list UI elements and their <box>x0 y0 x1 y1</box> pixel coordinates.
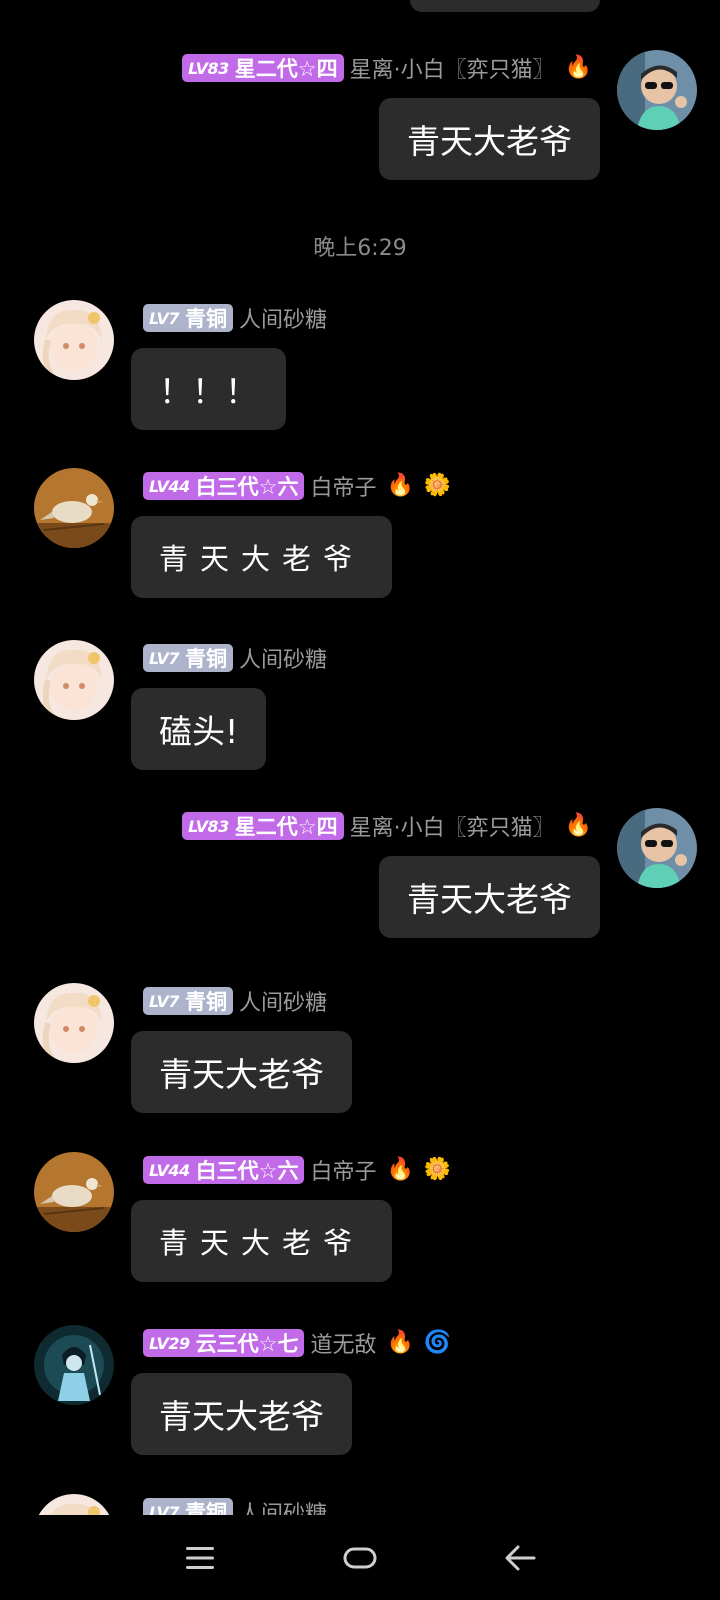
level-badge: LV7 青铜 <box>143 1498 234 1516</box>
avatar[interactable] <box>34 1494 114 1515</box>
rank-title: 星二代☆四 <box>234 57 338 81</box>
back-button[interactable] <box>490 1528 550 1588</box>
level-badge: LV29 云三代☆七 <box>143 1329 305 1357</box>
home-button[interactable] <box>330 1528 390 1588</box>
message-bubble[interactable]: ！！！ <box>131 348 286 430</box>
chat-area[interactable]: 晚上6:29 LV83 星二代☆四 星离·小白〖弈只猫〗 🔥 青天大老爷 LV7 青铜 人间砂… <box>0 0 720 1515</box>
avatar[interactable] <box>617 50 697 130</box>
level-badge: LV7 青铜 <box>143 987 234 1015</box>
sender-info: LV29 云三代☆七 道无敌 🔥 🌀 <box>143 1327 452 1359</box>
avatar[interactable] <box>34 300 114 380</box>
flower-icon: 🌼 <box>423 1157 452 1182</box>
level-number: LV7 <box>149 308 180 328</box>
sender-name[interactable]: 星离·小白〖弈只猫〗 <box>350 52 555 84</box>
avatar[interactable] <box>34 1152 114 1232</box>
previous-message-bubble <box>410 0 600 12</box>
system-navigation-bar <box>0 1515 720 1600</box>
sender-info: LV7 青铜 人间砂糖 <box>143 985 327 1017</box>
avatar[interactable] <box>34 1325 114 1405</box>
message-bubble[interactable]: 青天大老爷 <box>131 516 393 598</box>
level-badge: LV7 青铜 <box>143 644 234 672</box>
message-bubble[interactable]: 青天大老爷 <box>131 1373 352 1455</box>
message-bubble[interactable]: 青天大老爷 <box>131 1031 352 1113</box>
galaxy-icon: 🌀 <box>423 1330 452 1355</box>
level-number: LV83 <box>188 816 229 836</box>
rank-title: 青铜 <box>185 990 228 1014</box>
sender-info: LV7 青铜 人间砂糖 <box>143 302 327 334</box>
rank-title: 星二代☆四 <box>234 815 338 839</box>
message-bubble[interactable]: 青天大老爷 <box>131 1200 393 1282</box>
menu-button[interactable] <box>170 1528 230 1588</box>
fire-icon: 🔥 <box>564 813 592 838</box>
avatar[interactable] <box>34 640 114 720</box>
level-number: LV29 <box>149 1333 190 1353</box>
timestamp: 晚上6:29 <box>313 236 407 261</box>
sender-info: LV44 白三代☆六 白帝子 🔥 🌼 <box>143 1154 452 1186</box>
fire-icon: 🔥 <box>386 473 414 498</box>
level-badge: LV44 白三代☆六 <box>143 1156 305 1184</box>
menu-icon <box>186 1546 214 1569</box>
rank-title: 白三代☆六 <box>195 475 299 499</box>
fire-icon: 🔥 <box>386 1157 414 1182</box>
sender-name[interactable]: 道无敌 <box>310 1327 376 1359</box>
message-bubble[interactable]: 磕头! <box>131 688 267 770</box>
sender-name[interactable]: 人间砂糖 <box>239 985 327 1017</box>
message-bubble[interactable]: 青天大老爷 <box>379 98 600 180</box>
sender-info: LV83 星二代☆四 星离·小白〖弈只猫〗 🔥 <box>182 52 592 84</box>
sender-info: LV44 白三代☆六 白帝子 🔥 🌼 <box>143 470 452 502</box>
rank-title: 白三代☆六 <box>195 1159 299 1183</box>
rank-title: 云三代☆七 <box>195 1332 299 1356</box>
level-badge: LV44 白三代☆六 <box>143 472 305 500</box>
sender-name[interactable]: 人间砂糖 <box>239 1496 327 1515</box>
sender-name[interactable]: 白帝子 <box>310 1154 376 1186</box>
rank-title: 青铜 <box>185 1501 228 1515</box>
level-badge: LV7 青铜 <box>143 304 234 332</box>
sender-name[interactable]: 人间砂糖 <box>239 642 327 674</box>
sender-name[interactable]: 人间砂糖 <box>239 302 327 334</box>
level-number: LV7 <box>149 991 180 1011</box>
message-bubble[interactable]: 青天大老爷 <box>379 856 600 938</box>
rank-title: 青铜 <box>185 307 228 331</box>
sender-name[interactable]: 星离·小白〖弈只猫〗 <box>350 810 555 842</box>
sender-info: LV7 青铜 人间砂糖 <box>143 1498 327 1515</box>
sender-info: LV83 星二代☆四 星离·小白〖弈只猫〗 🔥 <box>182 810 592 842</box>
level-number: LV83 <box>188 58 229 78</box>
level-badge: LV83 星二代☆四 <box>182 54 344 82</box>
avatar[interactable] <box>34 983 114 1063</box>
sender-name[interactable]: 白帝子 <box>310 470 376 502</box>
sender-info: LV7 青铜 人间砂糖 <box>143 642 327 674</box>
level-number: LV7 <box>149 648 180 668</box>
back-arrow-icon <box>505 1545 536 1570</box>
fire-icon: 🔥 <box>386 1330 414 1355</box>
avatar[interactable] <box>617 808 697 888</box>
home-icon <box>343 1547 377 1568</box>
level-badge: LV83 星二代☆四 <box>182 812 344 840</box>
level-number: LV7 <box>149 1502 180 1516</box>
level-number: LV44 <box>149 1160 190 1180</box>
rank-title: 青铜 <box>185 647 228 671</box>
flower-icon: 🌼 <box>423 473 452 498</box>
level-number: LV44 <box>149 476 190 496</box>
fire-icon: 🔥 <box>564 55 592 80</box>
avatar[interactable] <box>34 468 114 548</box>
